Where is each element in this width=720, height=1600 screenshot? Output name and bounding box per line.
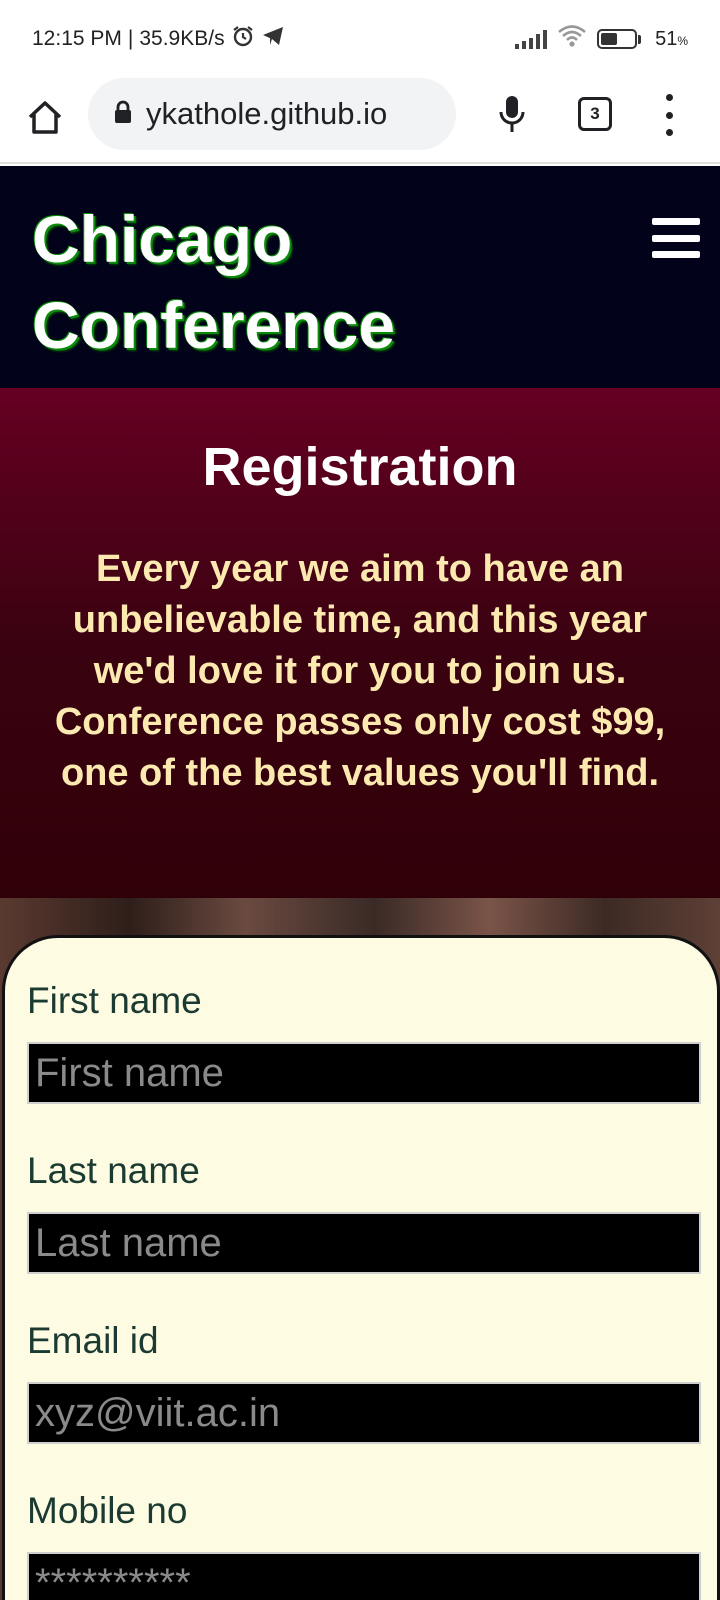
mobile-label: Mobile no [27,1490,188,1531]
site-title[interactable]: Chicago Conference [32,196,552,368]
status-time: 12:15 PM [32,27,122,50]
address-bar[interactable]: ykathole.github.io [88,78,456,150]
battery-level: 51% [655,27,688,50]
browser-toolbar: ykathole.github.io 3 [0,78,720,164]
lock-icon [114,100,132,129]
last-name-input[interactable] [27,1212,701,1274]
status-right: 51% [515,24,688,54]
status-separator: | [127,27,134,50]
telegram-icon [261,25,285,53]
alarm-icon [231,24,255,54]
hamburger-icon[interactable] [652,218,700,258]
wifi-icon [557,24,587,54]
more-icon[interactable] [658,94,680,136]
status-left: 12:15 PM | 35.9KB/s [32,24,285,54]
registration-description: Every year we aim to have an unbelievabl… [54,548,666,794]
last-name-label: Last name [27,1150,200,1191]
mobile-input[interactable] [27,1552,701,1600]
network-speed: 35.9KB/s [139,27,225,50]
registration-section: Registration Every year we aim to have a… [0,388,720,898]
email-input[interactable] [27,1382,701,1444]
site-title-line2: Conference [32,288,396,362]
email-label: Email id [27,1320,159,1361]
site-title-line1: Chicago [32,202,293,276]
url-text: ykathole.github.io [146,96,388,131]
tab-count: 3 [590,104,600,123]
tabs-icon[interactable]: 3 [578,97,612,131]
first-name-input[interactable] [27,1042,701,1104]
home-icon[interactable] [24,96,66,138]
first-name-label: First name [27,980,202,1021]
registration-form: First name Last name Email id Mobile no [2,935,720,1600]
signal-icon [515,29,548,49]
site-header: Chicago Conference [0,166,720,388]
mic-icon[interactable] [494,92,530,138]
battery-icon [597,29,642,49]
status-bar: 12:15 PM | 35.9KB/s 51% [0,0,720,78]
registration-heading: Registration [202,437,518,497]
